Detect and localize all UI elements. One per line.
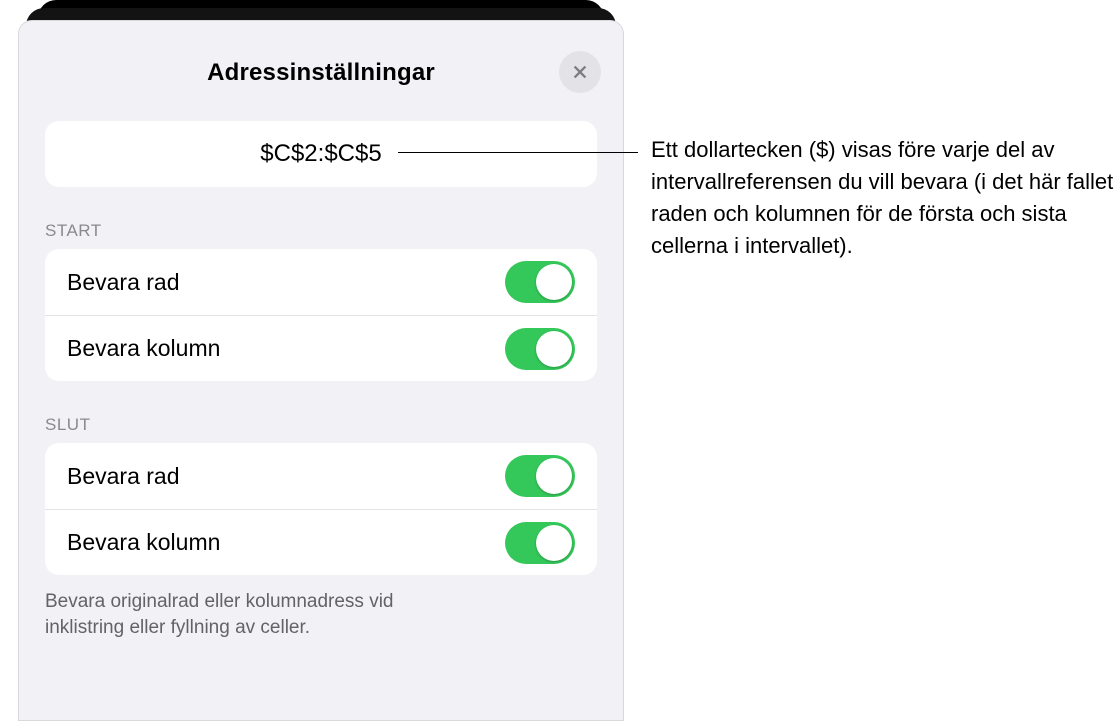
toggle-end-preserve-row[interactable] bbox=[505, 455, 575, 497]
row-end-preserve-col: Bevara kolumn bbox=[45, 509, 597, 575]
address-settings-sheet: Adressinställningar $C$2:$C$5 START Beva… bbox=[18, 20, 624, 721]
end-group: Bevara rad Bevara kolumn bbox=[45, 443, 597, 575]
formula-text: $C$2:$C$5 bbox=[260, 140, 381, 168]
row-label: Bevara kolumn bbox=[67, 335, 220, 362]
footer-description: Bevara originalrad eller kolumnadress vi… bbox=[45, 589, 445, 640]
row-label: Bevara kolumn bbox=[67, 529, 220, 556]
row-end-preserve-row: Bevara rad bbox=[45, 443, 597, 509]
close-icon bbox=[571, 63, 589, 81]
toggle-end-preserve-col[interactable] bbox=[505, 522, 575, 564]
row-start-preserve-col: Bevara kolumn bbox=[45, 315, 597, 381]
section-label-start: START bbox=[45, 221, 597, 241]
toggle-start-preserve-col[interactable] bbox=[505, 328, 575, 370]
row-start-preserve-row: Bevara rad bbox=[45, 249, 597, 315]
toggle-start-preserve-row[interactable] bbox=[505, 261, 575, 303]
callout-leader-line bbox=[398, 152, 638, 153]
section-label-end: SLUT bbox=[45, 415, 597, 435]
row-label: Bevara rad bbox=[67, 269, 180, 296]
row-label: Bevara rad bbox=[67, 463, 180, 490]
sheet-header: Adressinställningar bbox=[19, 21, 623, 99]
formula-display: $C$2:$C$5 bbox=[45, 121, 597, 187]
sheet-title: Adressinställningar bbox=[19, 59, 623, 87]
callout-annotation: Ett dollartecken ($) visas före varje de… bbox=[651, 134, 1119, 262]
start-group: Bevara rad Bevara kolumn bbox=[45, 249, 597, 381]
close-button[interactable] bbox=[559, 51, 601, 93]
